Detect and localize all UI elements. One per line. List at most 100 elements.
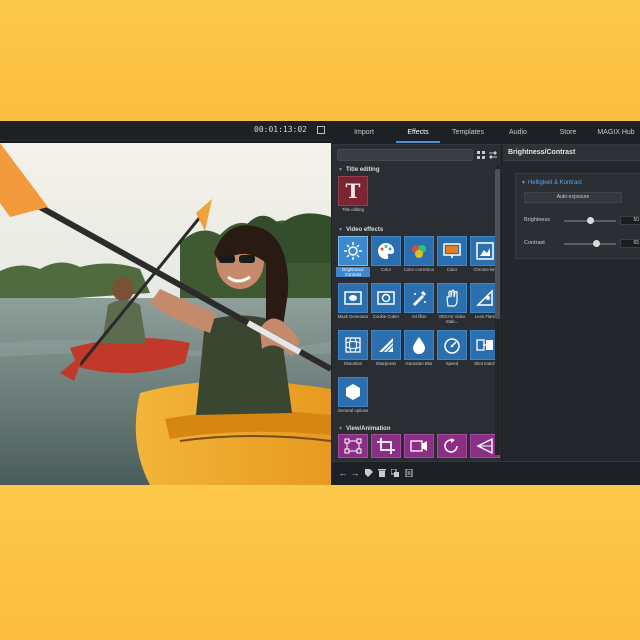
- hexagon-icon: [338, 377, 368, 407]
- editor-window: 00:01:13:02 Import Effects Templates Aud…: [0, 121, 640, 485]
- auto-exposure-button[interactable]: Auto-exposure: [524, 192, 622, 203]
- filter-button[interactable]: [488, 150, 498, 160]
- forward-button[interactable]: →: [350, 468, 360, 478]
- color-wheel-icon: [404, 236, 434, 266]
- bottom-background: [0, 485, 640, 640]
- effects-search-input[interactable]: [337, 149, 473, 161]
- active-tab-indicator: [396, 141, 440, 143]
- effect-camera-pan[interactable]: [404, 434, 434, 464]
- effect-label: Color: [380, 267, 392, 272]
- art-filter-icon: [404, 283, 434, 313]
- effect-properties: Brightness/Contrast ▼ Helligkeit & Kontra…: [503, 145, 640, 461]
- effect-color[interactable]: Color: [371, 236, 401, 280]
- tab-magix-hub[interactable]: MAGIX Hub: [592, 129, 640, 136]
- effect-label: Brightness/ Contrast: [336, 267, 370, 277]
- top-background: [0, 0, 640, 121]
- properties-title: Brightness/Contrast: [508, 149, 576, 156]
- contrast-slider[interactable]: [564, 240, 616, 247]
- media-pool-tabs: Import Effects Templates Audio Store MAG…: [332, 121, 640, 145]
- brightness-label: Brightness: [524, 217, 550, 223]
- properties-header: Brightness/Contrast: [503, 145, 640, 161]
- effect-mask-generator[interactable]: Mask Generator: [338, 283, 368, 327]
- section-title-editing[interactable]: ▼ Title editing: [338, 167, 380, 173]
- motion-path-icon: [338, 434, 368, 458]
- effect-color-2[interactable]: Color: [437, 236, 467, 280]
- effect-general-options[interactable]: General options: [338, 377, 368, 421]
- timecode-display: 00:01:13:02: [254, 125, 307, 134]
- tab-import[interactable]: Import: [342, 129, 386, 136]
- effect-label: VEGAS Video Stab...: [438, 314, 466, 324]
- sun-gear-icon: [338, 236, 368, 266]
- mask-icon: [338, 283, 368, 313]
- effects-scrollbar[interactable]: [495, 165, 500, 455]
- brightness-value[interactable]: 50: [620, 216, 640, 225]
- grid-view-button[interactable]: [476, 150, 486, 160]
- back-button[interactable]: ←: [338, 468, 348, 478]
- preview-toolbar: 00:01:13:02: [0, 121, 331, 141]
- effect-video-stabilization[interactable]: VEGAS Video Stab...: [437, 283, 467, 327]
- contrast-slider-thumb[interactable]: [593, 240, 601, 247]
- trash-icon: [378, 469, 386, 477]
- scrollbar-thumb[interactable]: [495, 169, 500, 319]
- contrast-label: Contrast: [524, 240, 545, 246]
- color-screen-icon: [437, 236, 467, 266]
- collapse-icon: ▼: [338, 227, 343, 233]
- media-pool-panel: Import Effects Templates Audio Store MAG…: [332, 121, 640, 485]
- stabilizer-hand-icon: [437, 283, 467, 313]
- effect-label: Mask Generator: [337, 314, 369, 319]
- tab-store[interactable]: Store: [546, 129, 590, 136]
- arrow-right-icon: →: [350, 468, 360, 478]
- contrast-value[interactable]: 65: [620, 239, 640, 248]
- section-view-animation[interactable]: ▼ View/Animation: [338, 426, 391, 432]
- tag-button[interactable]: [364, 468, 374, 478]
- palette-icon: [371, 236, 401, 266]
- preview-monitor: 00:01:13:02: [0, 121, 331, 485]
- effect-label: Sharpness: [375, 361, 397, 366]
- effect-rotate[interactable]: [437, 434, 467, 464]
- preview-image[interactable]: [0, 143, 331, 485]
- effect-label: Color: [446, 267, 458, 272]
- effect-label: Gaussian Blur: [405, 361, 433, 366]
- effect-label: General options: [337, 408, 369, 413]
- tab-effects[interactable]: Effects: [396, 129, 440, 136]
- section-video-effects[interactable]: ▼ Video effects: [338, 227, 383, 233]
- title-t-icon: T: [338, 176, 368, 206]
- sliders-icon: [489, 151, 497, 159]
- effect-art-filter[interactable]: Art filter: [404, 283, 434, 327]
- tab-audio[interactable]: Audio: [496, 129, 540, 136]
- arrow-left-icon: ←: [338, 468, 348, 478]
- camera-pan-icon: [404, 434, 434, 458]
- effect-label: Art filter: [411, 314, 427, 319]
- effect-cookie-cutter[interactable]: Cookie Cutter: [371, 283, 401, 327]
- group-header[interactable]: ▼ Helligkeit & Kontrast: [521, 180, 582, 186]
- effect-label: Cookie Cutter: [372, 314, 400, 319]
- speed-gauge-icon: [437, 330, 467, 360]
- fullscreen-button[interactable]: [317, 126, 325, 134]
- effect-title-editing[interactable]: T Title editing: [338, 176, 368, 220]
- effect-gaussian-blur[interactable]: Gaussian Blur: [404, 330, 434, 374]
- crop-icon: [371, 434, 401, 458]
- brightness-slider[interactable]: [564, 217, 616, 224]
- effect-color-correction[interactable]: Color correction: [404, 236, 434, 280]
- cookie-cutter-icon: [371, 283, 401, 313]
- effect-label: Title editing: [342, 207, 364, 212]
- effects-bottom-toolbar: ← →: [332, 461, 640, 485]
- copy-button[interactable]: [390, 468, 400, 478]
- document-button[interactable]: [404, 468, 414, 478]
- brightness-contrast-group: ▼ Helligkeit & Kontrast Auto-exposure Bri…: [515, 173, 640, 259]
- effect-crop[interactable]: [371, 434, 401, 464]
- brightness-slider-thumb[interactable]: [586, 217, 594, 224]
- kayak-photo: [0, 143, 331, 485]
- tab-templates[interactable]: Templates: [446, 129, 490, 136]
- collapse-icon: ▼: [338, 167, 343, 173]
- delete-button[interactable]: [377, 468, 387, 478]
- effect-speed[interactable]: Speed: [437, 330, 467, 374]
- effect-label: Speed: [445, 361, 459, 366]
- effect-brightness-contrast[interactable]: Brightness/ Contrast: [336, 236, 370, 280]
- effect-motion-path[interactable]: [338, 434, 368, 464]
- effect-distortion[interactable]: Distortion: [338, 330, 368, 374]
- document-icon: [405, 469, 413, 477]
- blur-drop-icon: [404, 330, 434, 360]
- effect-sharpness[interactable]: Sharpness: [371, 330, 401, 374]
- rotate-icon: [437, 434, 467, 458]
